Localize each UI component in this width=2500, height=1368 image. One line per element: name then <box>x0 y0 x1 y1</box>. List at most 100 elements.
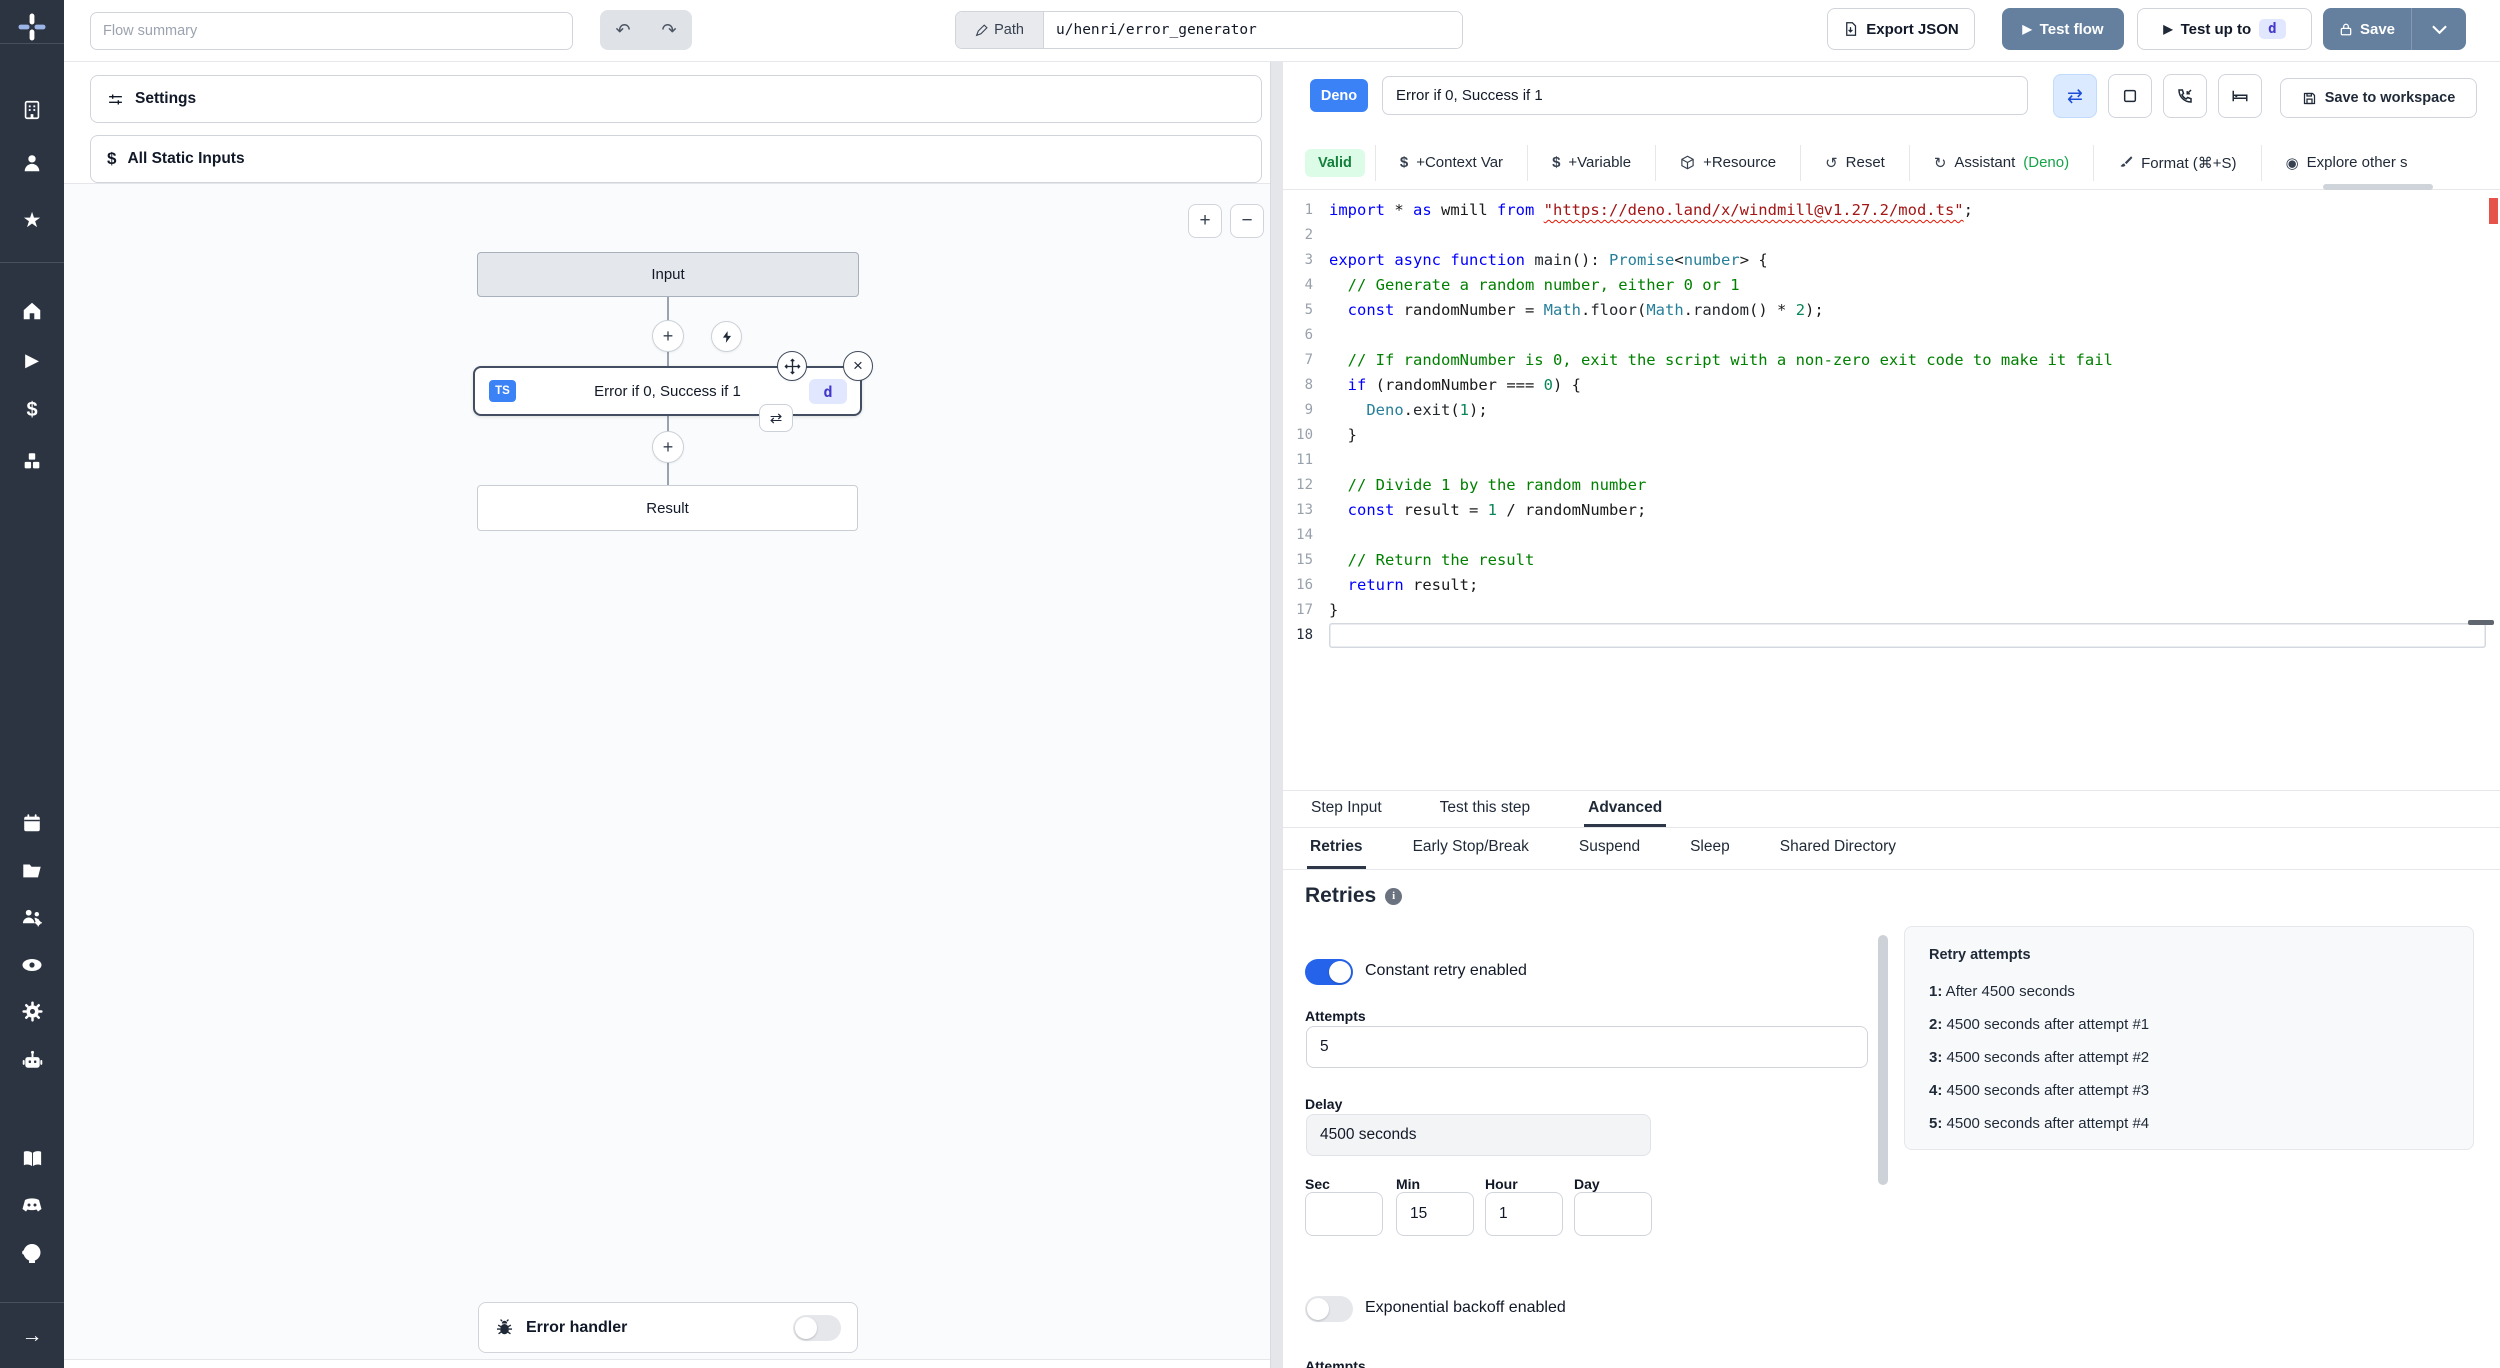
tab-advanced[interactable]: Advanced <box>1584 791 1667 827</box>
reset-button[interactable]: ↺ Reset <box>1800 144 1909 181</box>
sleep-quick-button[interactable] <box>2218 74 2262 118</box>
code-line[interactable]: 5 const randomNumber = Math.floor(Math.r… <box>1283 298 2500 323</box>
line-number[interactable]: 8 <box>1283 373 1329 398</box>
hour-input[interactable] <box>1485 1192 1563 1236</box>
code-line[interactable]: 16 return result; <box>1283 573 2500 598</box>
ai-robot-icon[interactable] <box>0 1045 64 1075</box>
code-line[interactable]: 3 export async function main(): Promise<n… <box>1283 248 2500 273</box>
line-number[interactable]: 1 <box>1283 198 1329 223</box>
error-handler-toggle[interactable] <box>793 1314 841 1341</box>
line-number[interactable]: 3 <box>1283 248 1329 273</box>
code-editor[interactable]: 1 import * as wmill from "https://deno.la… <box>1283 190 2500 790</box>
save-button[interactable]: Save <box>2323 8 2411 50</box>
resources-cubes-icon[interactable] <box>0 446 64 476</box>
sec-input[interactable] <box>1305 1192 1383 1236</box>
zoom-out-button[interactable]: − <box>1230 204 1264 238</box>
add-variable-button[interactable]: $ +Variable <box>1527 144 1655 181</box>
docs-book-icon[interactable] <box>0 1143 64 1173</box>
line-number[interactable]: 11 <box>1283 448 1329 473</box>
line-number[interactable]: 7 <box>1283 348 1329 373</box>
code-line[interactable]: 14 <box>1283 523 2500 548</box>
save-to-workspace-button[interactable]: Save to workspace <box>2280 78 2477 118</box>
line-number[interactable]: 16 <box>1283 573 1329 598</box>
save-dropdown-button[interactable] <box>2411 8 2466 50</box>
line-number[interactable]: 12 <box>1283 473 1329 498</box>
code-line[interactable]: 2 <box>1283 223 2500 248</box>
runs-play-icon[interactable]: ▶ <box>0 345 64 375</box>
groups-users-gear-icon[interactable] <box>0 902 64 932</box>
code-line[interactable]: 15 // Return the result <box>1283 548 2500 573</box>
assistant-button[interactable]: ↻ Assistant (Deno) <box>1908 144 2093 181</box>
line-number[interactable]: 6 <box>1283 323 1329 348</box>
early-stop-quick-button[interactable] <box>2108 74 2152 118</box>
line-number[interactable]: 13 <box>1283 498 1329 523</box>
tab-step-input[interactable]: Step Input <box>1307 791 1386 827</box>
export-json-button[interactable]: Export JSON <box>1827 8 1975 50</box>
line-number[interactable]: 18 <box>1283 623 1329 648</box>
day-input[interactable] <box>1574 1192 1652 1236</box>
code-line[interactable]: 12 // Divide 1 by the random number <box>1283 473 2500 498</box>
favorites-star-icon[interactable]: ★ <box>0 205 64 235</box>
add-resource-button[interactable]: +Resource <box>1655 144 1800 181</box>
github-icon[interactable] <box>0 1238 64 1268</box>
line-number[interactable]: 15 <box>1283 548 1329 573</box>
move-step-handle[interactable] <box>777 351 807 381</box>
subtab-early-stop[interactable]: Early Stop/Break <box>1410 828 1532 869</box>
schedules-calendar-icon[interactable] <box>0 808 64 838</box>
result-node[interactable]: Result <box>477 485 858 531</box>
variables-dollar-icon[interactable]: $ <box>0 395 64 425</box>
constant-retry-toggle[interactable] <box>1305 959 1353 985</box>
expand-sidebar-arrow-icon[interactable]: → <box>0 1320 64 1350</box>
subtab-sleep[interactable]: Sleep <box>1687 828 1733 869</box>
subtab-suspend[interactable]: Suspend <box>1576 828 1643 869</box>
format-button[interactable]: Format (⌘+S) <box>2093 144 2260 181</box>
user-icon[interactable] <box>0 148 64 178</box>
subtab-shared-directory[interactable]: Shared Directory <box>1777 828 1899 869</box>
code-line[interactable]: 10 } <box>1283 423 2500 448</box>
code-line[interactable]: 8 if (randomNumber === 0) { <box>1283 373 2500 398</box>
line-number[interactable]: 17 <box>1283 598 1329 623</box>
retries-quick-button[interactable]: ⇄ <box>2053 74 2097 118</box>
code-line[interactable]: 7 // If randomNumber is 0, exit the scri… <box>1283 348 2500 373</box>
all-static-inputs-button[interactable]: $ All Static Inputs <box>90 135 1262 183</box>
code-line[interactable]: 17} <box>1283 598 2500 623</box>
code-line[interactable]: 13 const result = 1 / randomNumber; <box>1283 498 2500 523</box>
settings-gear-icon[interactable] <box>0 996 64 1026</box>
flow-canvas[interactable]: + − Input + TS Error if 0, Success if 1 … <box>64 183 1270 1360</box>
flow-summary-input[interactable] <box>90 12 573 50</box>
audit-eye-icon[interactable] <box>0 950 64 980</box>
line-number[interactable]: 5 <box>1283 298 1329 323</box>
code-line[interactable]: 1 import * as wmill from "https://deno.la… <box>1283 198 2500 223</box>
zoom-in-button[interactable]: + <box>1188 204 1222 238</box>
line-number[interactable]: 10 <box>1283 423 1329 448</box>
min-input[interactable] <box>1396 1192 1474 1236</box>
add-step-button[interactable]: + <box>652 431 684 463</box>
delete-step-button[interactable]: × <box>843 351 873 381</box>
windmill-logo-icon[interactable] <box>0 12 64 42</box>
subtab-retries[interactable]: Retries <box>1307 828 1366 869</box>
line-number[interactable]: 4 <box>1283 273 1329 298</box>
folders-icon[interactable] <box>0 855 64 885</box>
flow-settings-button[interactable]: Settings <box>90 75 1262 123</box>
trigger-bolt-button[interactable] <box>711 321 742 352</box>
discord-icon[interactable] <box>0 1190 64 1220</box>
redo-icon[interactable]: ↷ <box>646 10 692 50</box>
code-line[interactable]: 4 // Generate a random number, either 0 … <box>1283 273 2500 298</box>
path-value[interactable]: u/henri/error_generator <box>1044 12 1462 48</box>
retry-indicator-badge[interactable]: ⇄ <box>759 404 793 432</box>
line-number[interactable]: 14 <box>1283 523 1329 548</box>
workspace-building-icon[interactable] <box>0 95 64 125</box>
line-number[interactable]: 9 <box>1283 398 1329 423</box>
input-node[interactable]: Input <box>477 252 859 297</box>
code-line[interactable]: 11 <box>1283 448 2500 473</box>
code-line[interactable]: 18 <box>1283 623 2500 648</box>
add-context-var-button[interactable]: $ +Context Var <box>1374 144 1527 181</box>
editor-scrollbar-thumb[interactable] <box>2468 620 2494 625</box>
delay-input[interactable] <box>1306 1114 1651 1156</box>
code-line[interactable]: 6 <box>1283 323 2500 348</box>
add-step-button[interactable]: + <box>652 320 684 352</box>
explore-scripts-button[interactable]: ◉ Explore other s <box>2260 144 2432 181</box>
test-up-to-button[interactable]: ▶ Test up to d <box>2137 8 2312 50</box>
panel-resize-gutter[interactable] <box>1270 62 1283 1368</box>
retries-scrollbar-thumb[interactable] <box>1878 935 1888 1185</box>
